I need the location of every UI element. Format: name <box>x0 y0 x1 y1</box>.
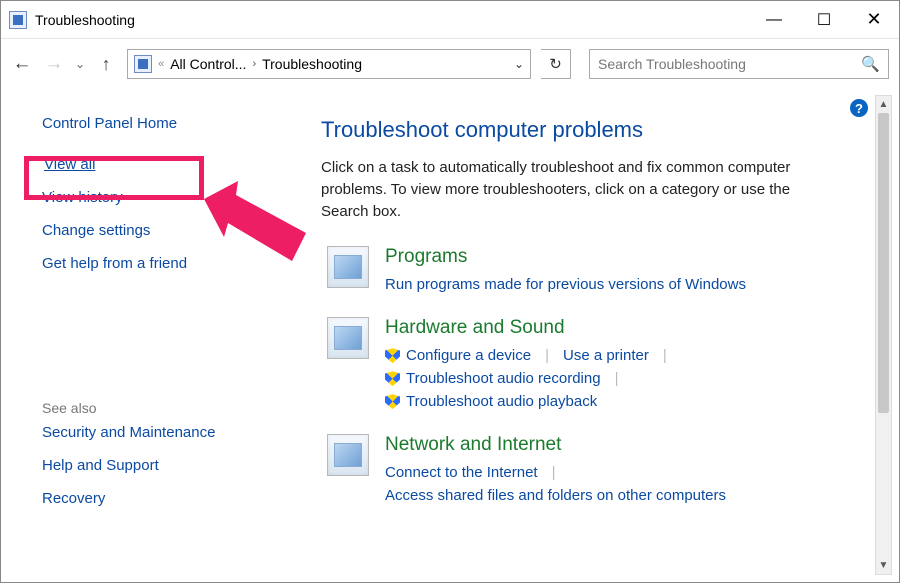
close-button[interactable]: ✕ <box>849 1 899 39</box>
category-title-hardware[interactable]: Hardware and Sound <box>385 317 870 339</box>
app-icon <box>9 11 27 29</box>
shield-icon <box>385 371 400 386</box>
category-network: Network and Internet Connect to the Inte… <box>321 434 870 506</box>
sidebar-view-all[interactable]: View all <box>44 148 283 181</box>
sidebar-control-panel-home[interactable]: Control Panel Home <box>42 107 283 140</box>
link-separator: | <box>552 464 556 481</box>
maximize-button[interactable]: ☐ <box>799 1 849 39</box>
scrollbar[interactable]: ▲ ▼ <box>875 95 892 575</box>
link-run-compat-label: Run programs made for previous versions … <box>385 276 746 293</box>
network-icon <box>327 434 369 476</box>
link-connect-internet-label: Connect to the Internet <box>385 464 538 481</box>
link-configure-device[interactable]: Configure a device <box>385 345 531 366</box>
see-also-heading: See also <box>42 400 283 416</box>
link-separator: | <box>615 370 619 387</box>
link-connect-internet[interactable]: Connect to the Internet <box>385 462 538 483</box>
address-dropdown[interactable]: ⌄ <box>514 57 524 71</box>
search-placeholder: Search Troubleshooting <box>598 56 746 72</box>
breadcrumb-parent[interactable]: All Control... <box>170 56 246 72</box>
address-icon <box>134 55 152 73</box>
sidebar-help-support[interactable]: Help and Support <box>42 449 283 482</box>
link-audio-playback[interactable]: Troubleshoot audio playback <box>385 391 597 412</box>
link-shared-files-label: Access shared files and folders on other… <box>385 487 726 504</box>
forward-button[interactable]: → <box>43 49 65 79</box>
category-hardware-sound: Hardware and Sound Configure a device | … <box>321 317 870 412</box>
page-heading: Troubleshoot computer problems <box>321 117 870 143</box>
category-title-programs[interactable]: Programs <box>385 246 870 268</box>
titlebar: Troubleshooting — ☐ ✕ <box>1 1 899 39</box>
address-bar[interactable]: « All Control... › Troubleshooting ⌄ <box>127 49 531 79</box>
link-configure-device-label: Configure a device <box>406 347 531 364</box>
hardware-icon <box>327 317 369 359</box>
shield-icon <box>385 394 400 409</box>
window-title: Troubleshooting <box>35 12 135 28</box>
programs-icon <box>327 246 369 288</box>
link-audio-recording-label: Troubleshoot audio recording <box>406 370 601 387</box>
up-button[interactable]: ↑ <box>95 49 117 79</box>
sidebar-security-maintenance[interactable]: Security and Maintenance <box>42 416 283 449</box>
link-shared-files[interactable]: Access shared files and folders on other… <box>385 485 726 506</box>
help-icon[interactable]: ? <box>850 99 868 117</box>
link-use-printer-label: Use a printer <box>563 347 649 364</box>
navbar: ← → ⌄ ↑ « All Control... › Troubleshooti… <box>1 39 899 89</box>
search-icon[interactable]: 🔍 <box>861 55 880 73</box>
back-button[interactable]: ← <box>11 49 33 79</box>
link-audio-recording[interactable]: Troubleshoot audio recording <box>385 368 601 389</box>
scroll-thumb[interactable] <box>878 113 889 413</box>
main-content: ? ▲ ▼ Troubleshoot computer problems Cli… <box>307 89 898 581</box>
link-audio-playback-label: Troubleshoot audio playback <box>406 393 597 410</box>
minimize-button[interactable]: — <box>749 1 799 39</box>
sidebar-view-history[interactable]: View history <box>42 181 283 214</box>
sidebar-change-settings[interactable]: Change settings <box>42 214 283 247</box>
category-title-network[interactable]: Network and Internet <box>385 434 870 456</box>
refresh-button[interactable]: ↻ <box>541 49 571 79</box>
shield-icon <box>385 348 400 363</box>
link-separator: | <box>663 347 667 364</box>
search-input[interactable]: Search Troubleshooting 🔍 <box>589 49 889 79</box>
breadcrumb-root: « <box>158 58 164 70</box>
sidebar: Control Panel Home View all View history… <box>2 89 307 581</box>
breadcrumb-current[interactable]: Troubleshooting <box>262 56 362 72</box>
window-controls: — ☐ ✕ <box>749 1 899 39</box>
history-dropdown[interactable]: ⌄ <box>75 57 85 71</box>
page-intro: Click on a task to automatically trouble… <box>321 157 841 222</box>
scroll-down-button[interactable]: ▼ <box>876 557 891 574</box>
link-separator: | <box>545 347 549 364</box>
sidebar-recovery[interactable]: Recovery <box>42 482 283 515</box>
scroll-up-button[interactable]: ▲ <box>876 96 891 113</box>
sidebar-get-help[interactable]: Get help from a friend <box>42 247 283 280</box>
breadcrumb-sep-icon: › <box>252 58 256 70</box>
link-run-compat[interactable]: Run programs made for previous versions … <box>385 274 746 295</box>
category-programs: Programs Run programs made for previous … <box>321 246 870 295</box>
link-use-printer[interactable]: Use a printer <box>563 345 649 366</box>
